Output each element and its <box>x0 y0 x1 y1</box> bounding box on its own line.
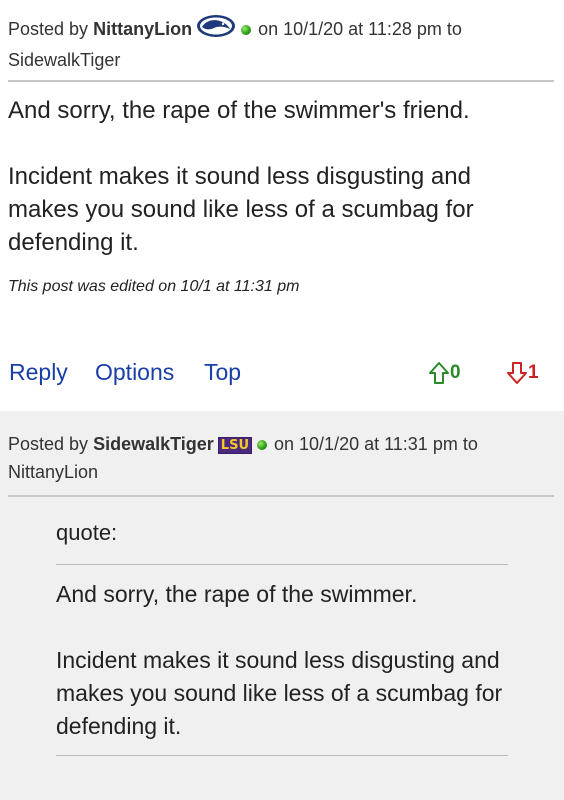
quote-paragraph: And sorry, the rape of the swimmer. <box>56 581 418 607</box>
quote-top-rule <box>56 564 508 565</box>
author-username[interactable]: NittanyLion <box>93 19 192 39</box>
author-username[interactable]: SidewalkTiger <box>93 434 214 454</box>
options-link[interactable]: Options <box>95 359 174 386</box>
lsu-logo-icon: LSU <box>217 436 252 454</box>
posted-by-label: Posted by <box>8 434 89 454</box>
quote-bottom-rule <box>56 755 508 756</box>
header-divider <box>8 495 554 497</box>
post-1: Posted by NittanyLion on 10/1/20 at 11:2… <box>0 0 564 411</box>
post-paragraph: Incident makes it sound less disgusting … <box>8 163 474 256</box>
post-actions: Reply Options Top 0 1 <box>0 359 564 391</box>
top-link[interactable]: Top <box>204 359 241 386</box>
downvote-button[interactable]: 1 <box>506 361 539 385</box>
header-divider <box>8 80 554 82</box>
post-header: Posted by NittanyLion on 10/1/20 at 11:2… <box>8 14 556 74</box>
thumb-up-arrow-icon <box>429 362 449 384</box>
online-status-icon <box>257 440 267 451</box>
thumb-down-arrow-icon <box>507 362 527 384</box>
edited-note: This post was edited on 10/1 at 11:31 pm <box>8 278 300 295</box>
penn-state-logo-icon <box>196 14 236 46</box>
posted-by-label: Posted by <box>8 18 89 39</box>
reply-link[interactable]: Reply <box>9 359 68 386</box>
upvote-count: 0 <box>450 362 461 384</box>
reply-to-username[interactable]: SidewalkTiger <box>8 50 120 70</box>
quote-label: quote: <box>56 520 118 545</box>
post-timestamp: on 10/1/20 at 11:28 pm to <box>258 18 462 39</box>
post-paragraph: And sorry, the rape of the swimmer's fri… <box>8 97 470 124</box>
quote-body: And sorry, the rape of the swimmer. Inci… <box>56 578 526 743</box>
online-status-icon <box>241 25 252 35</box>
post-timestamp: on 10/1/20 at 11:31 pm to <box>274 434 478 454</box>
quote-paragraph: Incident makes it sound less disgusting … <box>56 647 503 739</box>
downvote-count: 1 <box>528 362 539 384</box>
post-header: Posted by SidewalkTiger LSU on 10/1/20 at… <box>8 430 556 486</box>
reply-to-username[interactable]: NittanyLion <box>8 462 98 482</box>
post-body: And sorry, the rape of the swimmer's fri… <box>8 94 548 259</box>
upvote-button[interactable]: 0 <box>428 361 461 385</box>
